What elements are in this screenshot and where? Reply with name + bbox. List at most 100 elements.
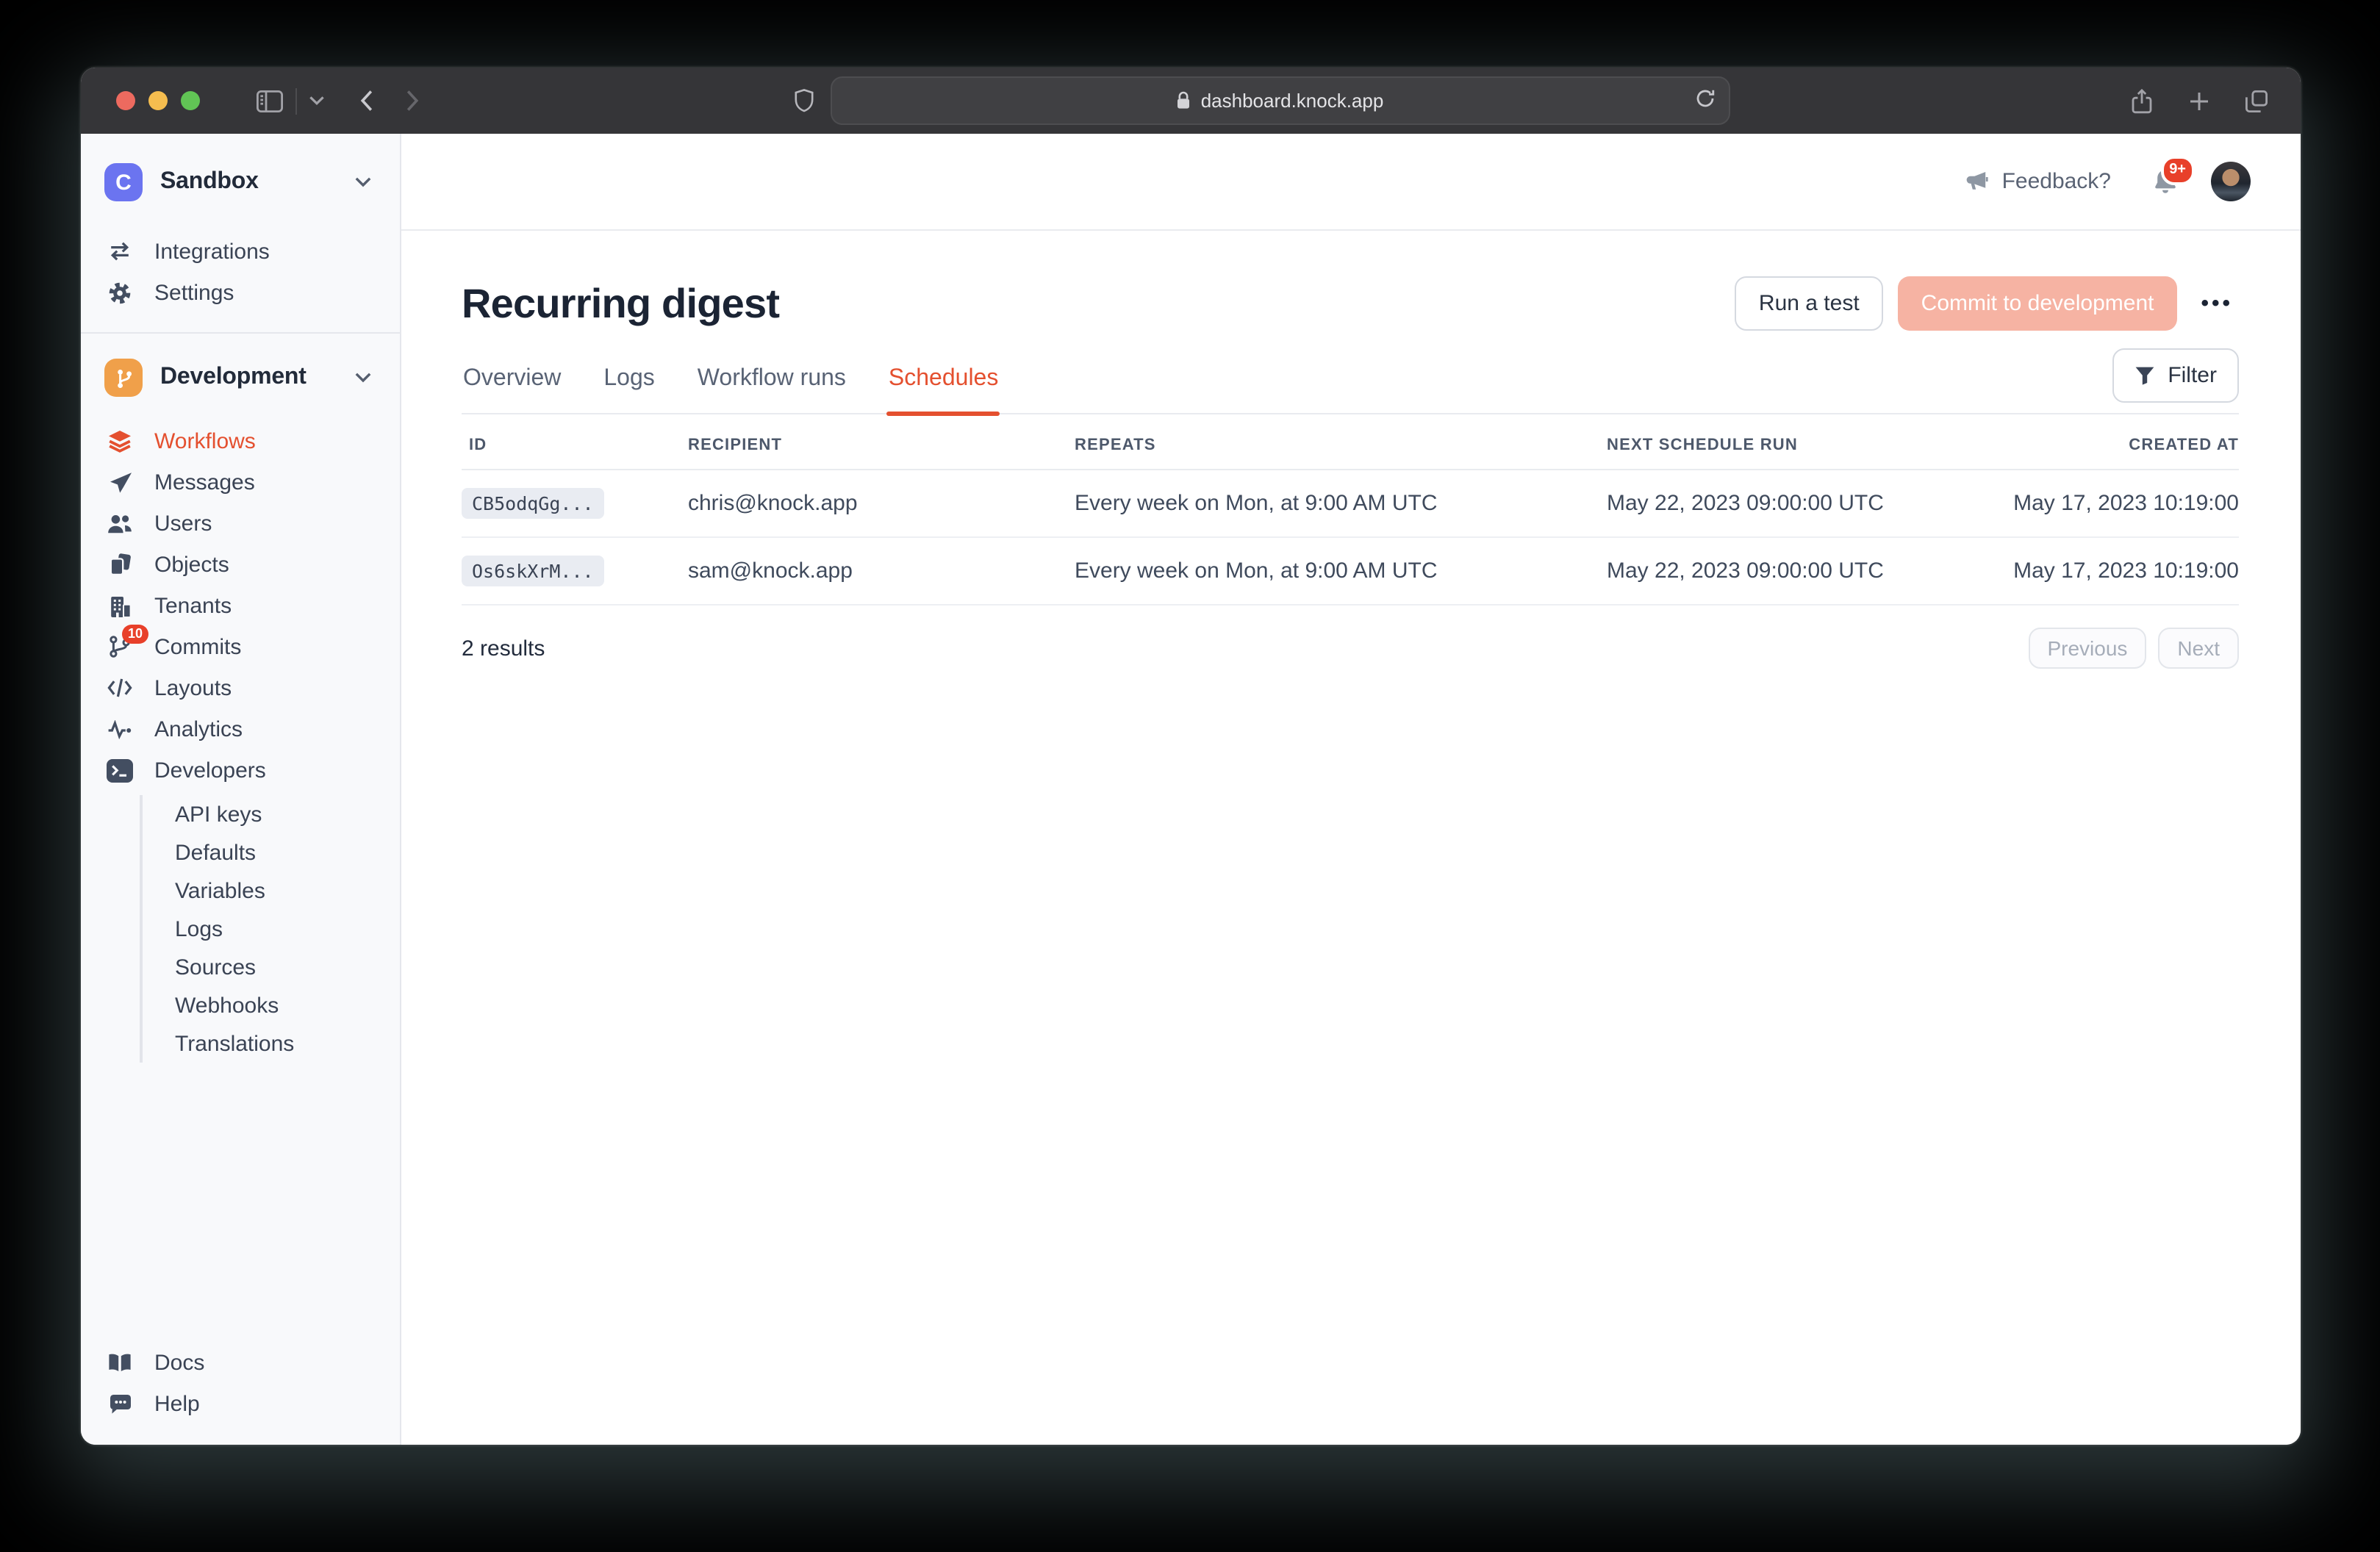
environment-name: Development	[160, 364, 354, 391]
sidebar-subitem-label: Logs	[175, 916, 223, 941]
table-row[interactable]: Os6skXrM... sam@knock.app Every week on …	[462, 538, 2239, 606]
share-icon[interactable]	[2130, 87, 2154, 114]
browser-titlebar: dashboard.knock.app	[81, 68, 2301, 134]
megaphone-icon	[1964, 170, 1989, 193]
privacy-shield-icon[interactable]	[793, 88, 814, 113]
reload-icon[interactable]	[1694, 88, 1715, 109]
workspace-name: Sandbox	[160, 169, 354, 195]
tab-bar: Overview Logs Workflow runs Schedules Fi…	[462, 348, 2239, 414]
sidebar-item-label: Objects	[154, 552, 229, 577]
next-page-button[interactable]: Next	[2158, 628, 2239, 669]
sidebar-item-label: Users	[154, 511, 212, 536]
sidebar-subitem-label: Sources	[175, 955, 256, 980]
commit-button[interactable]: Commit to development	[1898, 276, 2178, 331]
sidebar-item-settings[interactable]: Settings	[81, 272, 400, 313]
sidebar-item-label: Help	[154, 1391, 200, 1416]
close-window-button[interactable]	[116, 91, 135, 110]
sidebar-item-messages[interactable]: Messages	[81, 461, 400, 503]
address-bar[interactable]: dashboard.knock.app	[830, 76, 1730, 125]
commits-count-badge: 10	[122, 625, 148, 644]
column-header-created-at: CREATED AT	[1945, 436, 2239, 454]
sidebar-item-analytics[interactable]: Analytics	[81, 708, 400, 750]
sidebar-item-logs[interactable]: Logs	[143, 910, 400, 948]
forward-icon[interactable]	[406, 90, 419, 112]
lock-icon	[1176, 91, 1191, 110]
created-at-cell: May 17, 2023 10:19:00	[1945, 491, 2239, 516]
sidebar-item-integrations[interactable]: Integrations	[81, 231, 400, 272]
sidebar-item-translations[interactable]: Translations	[143, 1024, 400, 1063]
sidebar-item-api-keys[interactable]: API keys	[143, 795, 400, 833]
objects-icon	[104, 553, 135, 576]
sidebar-item-label: Integrations	[154, 239, 270, 264]
sidebar-item-label: Messages	[154, 470, 255, 495]
sidebar-item-defaults[interactable]: Defaults	[143, 833, 400, 872]
sidebar-item-label: Analytics	[154, 716, 243, 741]
funnel-icon	[2134, 366, 2154, 385]
feedback-label: Feedback?	[2002, 169, 2111, 194]
building-icon	[104, 594, 135, 617]
tab-overview[interactable]: Overview	[462, 366, 562, 413]
sidebar-item-objects[interactable]: Objects	[81, 544, 400, 585]
filter-label: Filter	[2168, 363, 2217, 388]
tab-workflow-runs[interactable]: Workflow runs	[696, 366, 847, 413]
gear-icon	[104, 280, 135, 305]
sidebar-item-sources[interactable]: Sources	[143, 948, 400, 986]
sidebar-item-tenants[interactable]: Tenants	[81, 585, 400, 626]
sidebar-item-label: Workflows	[154, 428, 256, 453]
repeats-cell: Every week on Mon, at 9:00 AM UTC	[1075, 491, 1607, 516]
table-header: ID RECIPIENT REPEATS NEXT SCHEDULE RUN C…	[462, 414, 2239, 470]
tabs-overview-icon[interactable]	[2245, 89, 2268, 112]
window-controls	[116, 91, 200, 110]
schedule-id-chip[interactable]: Os6skXrM...	[462, 556, 604, 586]
column-header-next-schedule-run: NEXT SCHEDULE RUN	[1607, 436, 1945, 454]
page-title: Recurring digest	[462, 280, 1735, 327]
notification-count-badge: 9+	[2160, 156, 2195, 185]
more-menu-button[interactable]: •••	[2195, 276, 2239, 331]
feedback-button[interactable]: Feedback?	[1955, 168, 2120, 195]
sidebar-item-label: Tenants	[154, 593, 232, 618]
next-run-cell: May 22, 2023 09:00:00 UTC	[1607, 491, 1945, 516]
sidebar-item-layouts[interactable]: Layouts	[81, 667, 400, 708]
titlebar-divider	[295, 87, 297, 114]
sidebar-subitem-label: API keys	[175, 802, 262, 827]
column-header-id: ID	[462, 436, 688, 454]
results-count: 2 results	[462, 636, 2028, 661]
sidebar-item-help[interactable]: Help	[81, 1383, 400, 1424]
git-branch-icon: 10	[104, 635, 135, 658]
layers-icon	[104, 429, 135, 453]
notifications-button[interactable]: 9+	[2152, 168, 2179, 195]
sidebar-subitem-label: Translations	[175, 1031, 294, 1056]
back-icon[interactable]	[360, 90, 373, 112]
sidebar-item-commits[interactable]: 10 Commits	[81, 626, 400, 667]
sidebar-item-workflows[interactable]: Workflows	[81, 420, 400, 461]
chevron-down-icon[interactable]	[309, 96, 325, 106]
sidebar-subitem-label: Webhooks	[175, 993, 279, 1018]
table-row[interactable]: CB5odqGg... chris@knock.app Every week o…	[462, 470, 2239, 538]
tab-schedules[interactable]: Schedules	[887, 366, 1000, 413]
filter-button[interactable]: Filter	[2112, 348, 2239, 403]
chevron-down-icon	[354, 372, 372, 384]
run-test-button[interactable]: Run a test	[1735, 276, 1883, 331]
recipient-cell: chris@knock.app	[688, 491, 1075, 516]
sidebar-item-variables[interactable]: Variables	[143, 872, 400, 910]
sidebar-item-label: Commits	[154, 634, 241, 659]
tab-logs[interactable]: Logs	[602, 366, 656, 413]
previous-page-button[interactable]: Previous	[2028, 628, 2146, 669]
minimize-window-button[interactable]	[148, 91, 168, 110]
sidebar-item-webhooks[interactable]: Webhooks	[143, 986, 400, 1024]
top-header: Feedback? 9+	[401, 134, 2301, 231]
sidebar-toggle-icon[interactable]	[256, 89, 284, 112]
sidebar-item-label: Docs	[154, 1350, 204, 1375]
sidebar-item-developers[interactable]: Developers	[81, 750, 400, 791]
sidebar-item-label: Settings	[154, 280, 234, 305]
repeats-cell: Every week on Mon, at 9:00 AM UTC	[1075, 558, 1607, 583]
avatar[interactable]	[2211, 162, 2251, 201]
new-tab-icon[interactable]	[2189, 90, 2209, 111]
sidebar-item-users[interactable]: Users	[81, 503, 400, 544]
environment-switcher[interactable]: Development	[81, 356, 400, 400]
workspace-switcher[interactable]: C Sandbox	[81, 160, 400, 204]
zoom-window-button[interactable]	[181, 91, 200, 110]
sidebar-item-docs[interactable]: Docs	[81, 1342, 400, 1383]
schedule-id-chip[interactable]: CB5odqGg...	[462, 488, 604, 519]
column-header-repeats: REPEATS	[1075, 436, 1607, 454]
